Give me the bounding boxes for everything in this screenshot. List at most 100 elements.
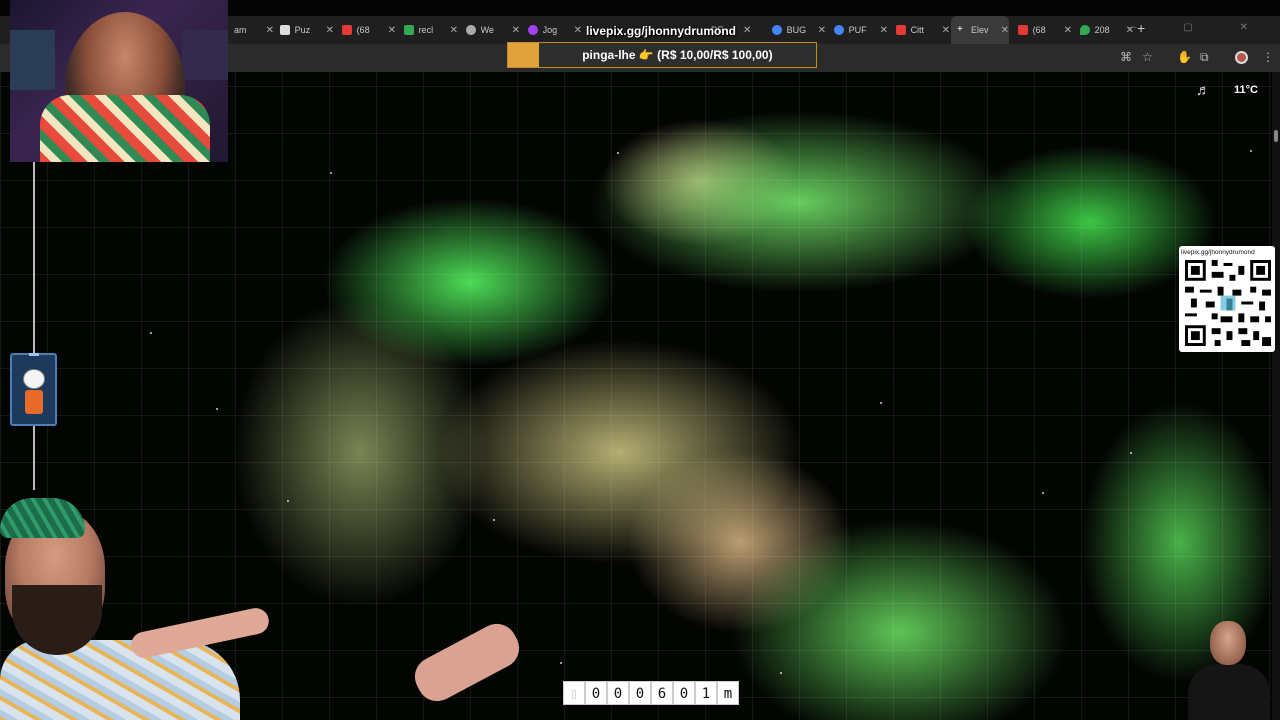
- donation-progress-fill: [508, 43, 539, 67]
- stream-url: livepix.gg/jhonnydrumond: [586, 24, 736, 38]
- close-icon[interactable]: ✕: [1001, 25, 1009, 36]
- browser-tab[interactable]: recl ✕: [398, 16, 458, 44]
- star: [1042, 492, 1044, 494]
- streamer-shirt: [0, 640, 240, 720]
- scrollbar-thumb[interactable]: [1274, 130, 1278, 142]
- tab-label: Jog: [542, 25, 558, 35]
- elevator-light: [29, 353, 39, 356]
- star: [287, 500, 289, 502]
- astronaut-suit-icon: [25, 390, 43, 414]
- temperature-label: 11°C: [1234, 84, 1258, 96]
- browser-tab[interactable]: 208 ✕: [1074, 16, 1134, 44]
- close-icon[interactable]: ✕: [880, 25, 888, 36]
- streamer-shirt: [1188, 664, 1270, 720]
- close-icon[interactable]: ✕: [743, 25, 751, 36]
- streamer-head: [1210, 621, 1246, 665]
- close-icon[interactable]: ✕: [818, 25, 826, 36]
- sheets-icon: [404, 25, 414, 35]
- tab-label: PUF: [848, 25, 867, 35]
- tab-label: (68: [1032, 25, 1046, 35]
- qr-code-icon: [1185, 260, 1271, 346]
- browser-tab[interactable]: Citt ✕: [890, 16, 950, 44]
- streamer-shirt: [40, 95, 210, 162]
- background-monitor: [182, 30, 228, 80]
- tab-favicon-icon: [896, 25, 906, 35]
- star: [1250, 150, 1252, 152]
- plus-icon: +: [957, 24, 963, 35]
- youtube-icon: [342, 25, 352, 35]
- stream-page: am ✕ Puz ✕ (68 ✕ recl ✕ We ✕ Jog ✕ DE ✕ BUG ✕ PU…: [0, 0, 1280, 720]
- counter-digit: 0: [607, 681, 629, 705]
- webcam-bottom-left: [0, 490, 280, 720]
- close-icon[interactable]: ✕: [942, 25, 950, 36]
- donation-goal-bar: pinga-lhe 👉 (R$ 10,00/R$ 100,00): [507, 42, 817, 68]
- donation-goal-text: pinga-lhe 👉 (R$ 10,00/R$ 100,00): [582, 48, 773, 62]
- music-icon[interactable]: ♬: [1196, 82, 1211, 99]
- elevator-cabin: [10, 353, 57, 426]
- counter-digit: 0: [673, 681, 695, 705]
- browser-tab[interactable]: We ✕: [460, 16, 520, 44]
- tab-label: (68: [356, 25, 370, 35]
- tab-label: We: [480, 25, 494, 35]
- youtube-icon: [1018, 25, 1028, 35]
- browser-tab[interactable]: (68 ✕: [1012, 16, 1072, 44]
- scrollbar[interactable]: [1272, 72, 1280, 720]
- map-pin-icon: [1080, 25, 1090, 35]
- star: [780, 672, 782, 674]
- google-icon: [772, 25, 782, 35]
- webcam-top-left: [10, 0, 228, 162]
- tab-label: Puz: [294, 25, 311, 35]
- browser-tab[interactable]: Puz ✕: [274, 16, 334, 44]
- streamer-bandana: [0, 498, 85, 538]
- window-controls[interactable]: — ▢ ✕: [1127, 22, 1270, 33]
- close-icon[interactable]: ✕: [1064, 25, 1072, 36]
- google-icon: [834, 25, 844, 35]
- avatar[interactable]: [1235, 51, 1248, 64]
- counter-digit: 0: [585, 681, 607, 705]
- browser-tab[interactable]: Jog ✕: [522, 16, 582, 44]
- counter-digit: 1: [695, 681, 717, 705]
- close-icon[interactable]: ✕: [326, 25, 334, 36]
- tab-favicon-icon: [528, 25, 538, 35]
- star: [617, 152, 619, 154]
- browser-tab[interactable]: (68 ✕: [336, 16, 396, 44]
- close-icon[interactable]: ✕: [266, 25, 274, 36]
- browser-tab-active[interactable]: + Elev ✕: [951, 16, 1009, 44]
- webcam-bottom-right: [1180, 616, 1270, 720]
- tab-label: BUG: [786, 25, 807, 35]
- globe-icon: [466, 25, 476, 35]
- close-icon[interactable]: ✕: [512, 25, 520, 36]
- counter-digit: ▯: [563, 681, 585, 705]
- elevator-cable: [33, 160, 35, 490]
- counter-digit: 0: [629, 681, 651, 705]
- star: [330, 172, 332, 174]
- star: [216, 408, 218, 410]
- astronaut-helmet-icon: [23, 369, 45, 389]
- star-icon[interactable]: ☆: [1142, 50, 1153, 64]
- tab-favicon-icon: [280, 25, 290, 35]
- extension-icon[interactable]: ✋: [1177, 50, 1192, 64]
- altitude-counter: ▯ 0 0 0 6 0 1 m: [563, 681, 739, 705]
- browser-tab[interactable]: BUG ✕: [766, 16, 826, 44]
- menu-dots-icon[interactable]: ⋮: [1262, 50, 1274, 64]
- close-icon[interactable]: ✕: [574, 25, 582, 36]
- tab-label: recl: [418, 25, 434, 35]
- counter-digit: 6: [651, 681, 673, 705]
- star: [880, 402, 882, 404]
- counter-unit: m: [717, 681, 739, 705]
- tab-label: Citt: [910, 25, 925, 35]
- star: [493, 519, 495, 521]
- close-icon[interactable]: ✕: [388, 25, 396, 36]
- browser-tab[interactable]: PUF ✕: [828, 16, 888, 44]
- star: [560, 662, 562, 664]
- close-icon[interactable]: ✕: [450, 25, 458, 36]
- star: [150, 332, 152, 334]
- qr-url: livepix.gg/jhonnydrumond: [1181, 249, 1255, 256]
- tab-label: am: [234, 25, 247, 35]
- browser-tab[interactable]: am ✕: [228, 16, 274, 44]
- tab-label: Elev: [970, 25, 989, 35]
- tab-label: 208: [1094, 25, 1110, 35]
- puzzle-icon[interactable]: ⧉: [1200, 50, 1209, 65]
- background-monitor: [10, 30, 55, 90]
- translate-icon[interactable]: ⌘: [1120, 50, 1132, 64]
